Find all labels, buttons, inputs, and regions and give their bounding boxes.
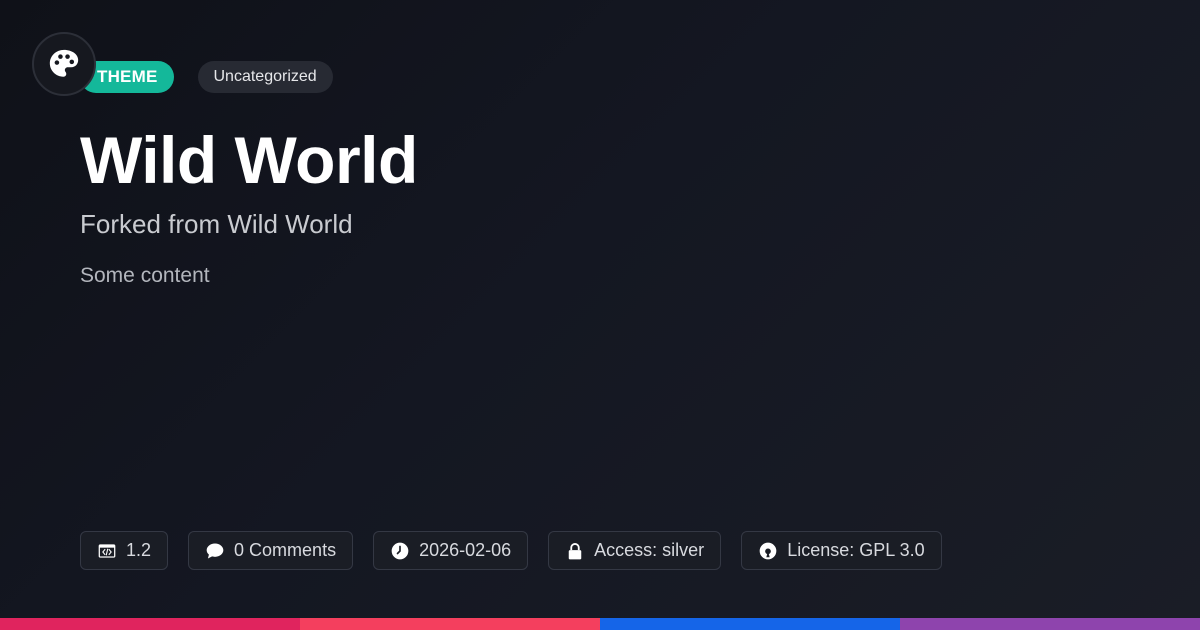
subtitle: Forked from Wild World (80, 209, 353, 239)
meta-row: 1.2 0 Comments 2026-02-06 Access: silver… (80, 531, 942, 570)
license-pill: License: GPL 3.0 (741, 531, 942, 570)
speech-bubble-icon (206, 543, 224, 558)
accent-bar-segment (600, 618, 900, 630)
accent-bar-segment (0, 618, 300, 630)
category-tag[interactable]: Uncategorized (197, 61, 333, 93)
version-label: 1.2 (126, 540, 152, 560)
code-window-icon (98, 543, 116, 558)
palette-icon (49, 49, 79, 77)
comments-pill[interactable]: 0 Comments (188, 531, 354, 570)
tag-row: THEME Uncategorized (80, 61, 333, 93)
date-pill: 2026-02-06 (373, 531, 529, 570)
lock-icon (568, 542, 582, 559)
open-source-icon (759, 542, 777, 559)
access-label: Access: silver (594, 540, 705, 560)
page-title: Wild World (80, 123, 418, 197)
content-text: Some content (80, 264, 210, 287)
date-label: 2026-02-06 (419, 540, 512, 560)
comments-label: 0 Comments (234, 540, 337, 560)
accent-bar (0, 618, 1200, 630)
accent-bar-segment (900, 618, 1200, 630)
logo-badge (32, 32, 96, 96)
accent-bar-segment (300, 618, 600, 630)
clock-icon (391, 542, 409, 559)
access-pill: Access: silver (548, 531, 722, 570)
version-pill: 1.2 (80, 531, 169, 570)
license-label: License: GPL 3.0 (787, 540, 925, 560)
